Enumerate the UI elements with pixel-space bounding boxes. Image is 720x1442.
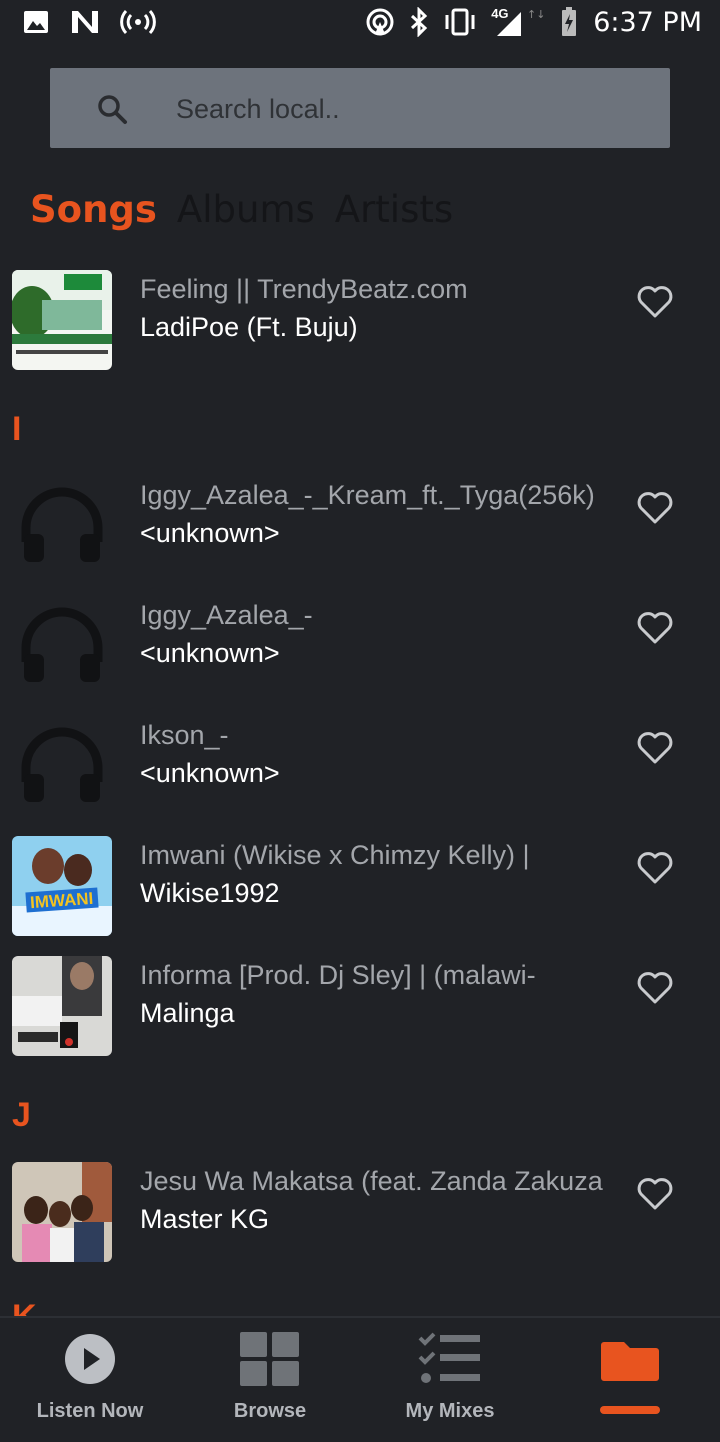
bluetooth-icon — [411, 7, 428, 37]
album-art — [12, 1162, 112, 1262]
song-artist: Master KG — [140, 1204, 270, 1234]
nav-my-mixes[interactable]: My Mixes — [360, 1318, 540, 1442]
bottom-navigation: Listen Now Browse My Mixes — [0, 1316, 720, 1442]
signal-icon: 4G ↑↓ — [491, 6, 545, 38]
nav-local-files[interactable] — [540, 1318, 720, 1442]
play-circle-icon — [65, 1334, 115, 1384]
vibrate-icon — [445, 8, 475, 36]
heart-icon[interactable] — [636, 970, 674, 1006]
tab-albums[interactable]: Albums — [177, 188, 315, 231]
heart-icon[interactable] — [636, 730, 674, 766]
clock: 6:37 PM — [593, 6, 702, 38]
song-artist: LadiPoe (Ft. Buju) — [140, 312, 358, 342]
album-art — [12, 956, 112, 1056]
song-title: Iggy_Azalea_-_Kream_ft._Tyga(256k) — [140, 480, 595, 510]
checklist-icon — [418, 1332, 480, 1383]
search-bar[interactable] — [50, 68, 670, 148]
section-letter: K — [12, 1298, 37, 1316]
folder-icon — [601, 1342, 659, 1381]
song-artist: <unknown> — [140, 758, 280, 788]
album-art — [12, 270, 112, 370]
headphones-icon — [12, 716, 112, 816]
tab-artists[interactable]: Artists — [335, 188, 453, 231]
song-row[interactable]: Feeling || TrendyBeatz.com LadiPoe (Ft. … — [0, 270, 720, 380]
search-input[interactable] — [174, 86, 648, 132]
search-icon — [98, 95, 127, 124]
nav-label: Browse — [233, 1400, 307, 1422]
heart-icon[interactable] — [636, 284, 674, 320]
image-notification-icon — [24, 11, 48, 33]
svg-text:↑↓: ↑↓ — [527, 8, 545, 21]
heart-icon[interactable] — [636, 490, 674, 526]
n-notification-icon — [72, 11, 98, 33]
song-title: Jesu Wa Makatsa (feat. Zanda Zakuza — [140, 1166, 603, 1196]
song-row[interactable]: Informa [Prod. Dj Sley] | (malawi- Malin… — [0, 956, 720, 1066]
hotspot-icon — [120, 9, 156, 35]
section-letter: J — [12, 1096, 31, 1134]
headphones-icon — [12, 476, 112, 576]
nav-label: Listen Now — [36, 1400, 144, 1422]
song-row[interactable]: IMWANI Imwani (Wikise x Chimzy Kelly) | … — [0, 836, 720, 946]
library-tabs: Songs Albums Artists — [30, 188, 453, 231]
heart-icon[interactable] — [636, 610, 674, 646]
nav-label: My Mixes — [405, 1400, 495, 1422]
song-row[interactable]: Iggy_Azalea_- <unknown> — [0, 596, 720, 706]
active-tab-indicator — [600, 1406, 660, 1414]
song-title: Iggy_Azalea_- — [140, 600, 313, 630]
heart-icon[interactable] — [636, 850, 674, 886]
section-letter: I — [12, 410, 22, 448]
cast-icon — [366, 8, 394, 36]
song-title: Feeling || TrendyBeatz.com — [140, 274, 468, 304]
headphones-icon — [12, 596, 112, 696]
song-artist: <unknown> — [140, 638, 280, 668]
song-row[interactable]: Iggy_Azalea_-_Kream_ft._Tyga(256k) <unkn… — [0, 476, 720, 586]
song-artist: <unknown> — [140, 518, 280, 548]
heart-icon[interactable] — [636, 1176, 674, 1212]
song-title: Imwani (Wikise x Chimzy Kelly) | — [140, 840, 530, 870]
song-row[interactable]: Ikson_- <unknown> — [0, 716, 720, 826]
album-art: IMWANI — [12, 836, 112, 936]
status-bar: 4G ↑↓ 6:37 PM — [0, 0, 720, 50]
nav-browse[interactable]: Browse — [180, 1318, 360, 1442]
tab-songs[interactable]: Songs — [30, 188, 157, 231]
nav-listen-now[interactable]: Listen Now — [0, 1318, 180, 1442]
song-title: Ikson_- — [140, 720, 229, 750]
battery-icon — [562, 7, 577, 36]
song-title: Informa [Prod. Dj Sley] | (malawi- — [140, 960, 536, 990]
song-artist: Wikise1992 — [140, 878, 280, 908]
grid-icon — [240, 1332, 299, 1386]
song-artist: Malinga — [140, 998, 235, 1028]
song-row[interactable]: Jesu Wa Makatsa (feat. Zanda Zakuza Mast… — [0, 1162, 720, 1272]
